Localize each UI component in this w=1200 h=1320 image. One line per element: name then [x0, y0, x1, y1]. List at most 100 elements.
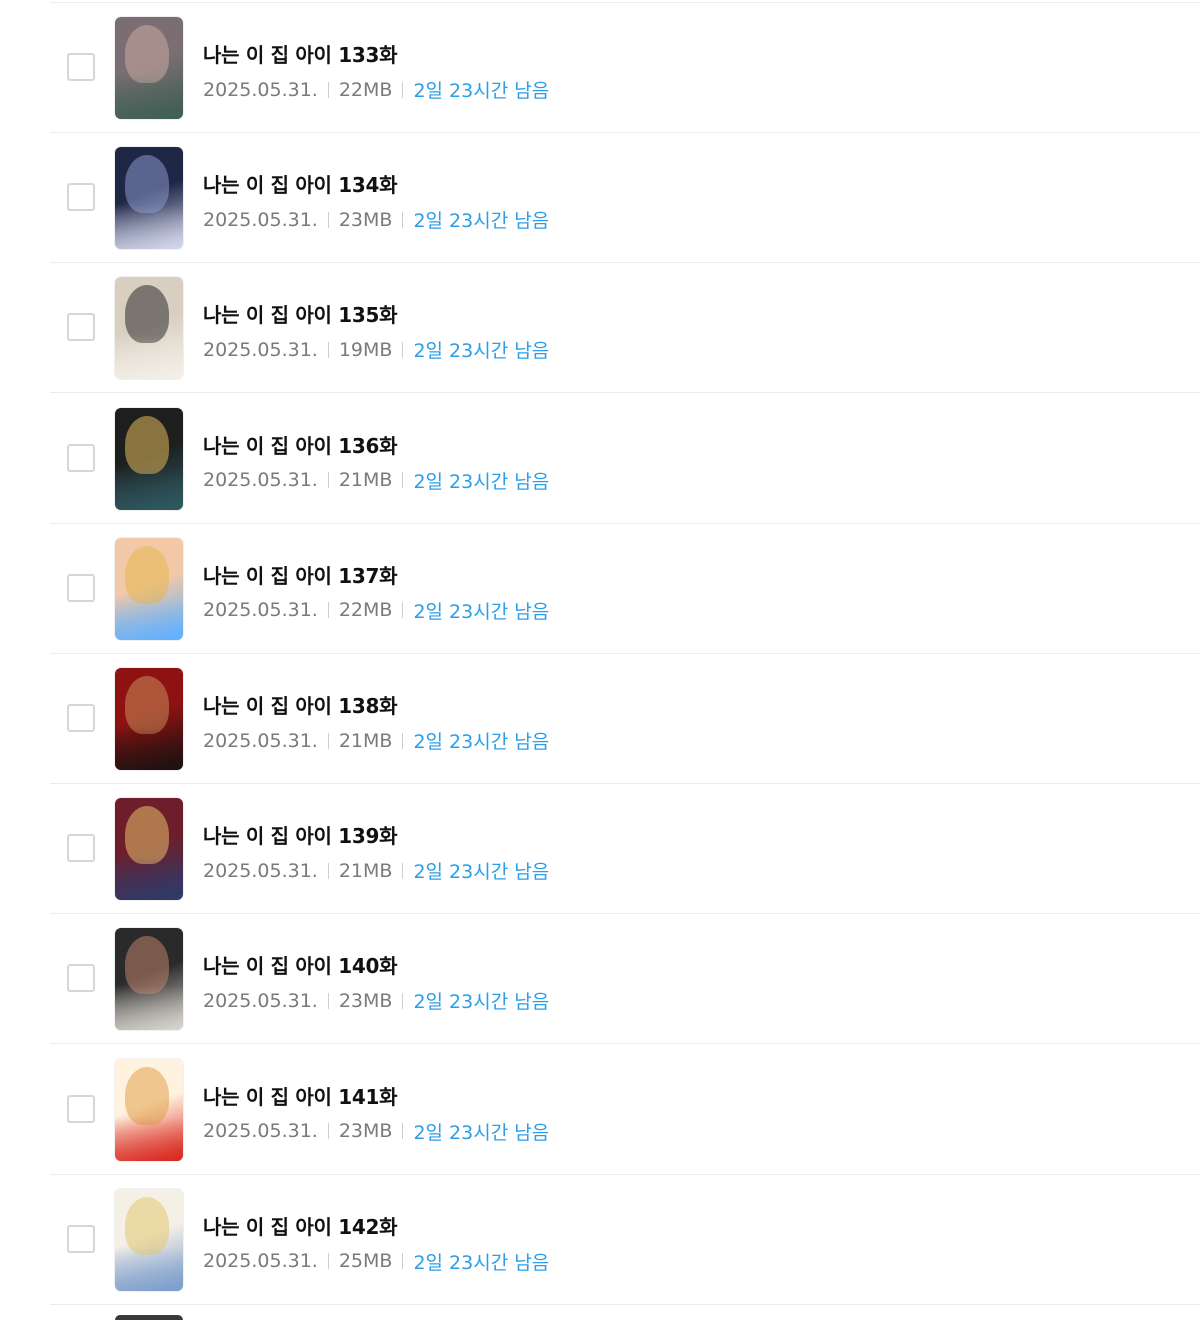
episode-thumbnail[interactable] [115, 1188, 183, 1291]
episode-thumbnail[interactable] [115, 537, 183, 640]
episode-row[interactable]: 나는 이 집 아이 135화 2025.05.31. 19MB 2일 23시간 남음 [50, 263, 1200, 394]
episode-thumbnail[interactable] [115, 1058, 183, 1161]
meta-divider [402, 732, 404, 749]
episode-meta: 2025.05.31. 22MB 2일 23시간 남음 [203, 76, 549, 103]
thumbnail-shade [115, 726, 183, 770]
episode-row[interactable]: 나는 이 집 아이 142화 2025.05.31. 25MB 2일 23시간 남음 [50, 1175, 1200, 1305]
episode-file-size: 23MB [338, 989, 393, 1012]
episode-select-checkbox[interactable] [67, 313, 95, 342]
episode-date: 2025.05.31. [203, 989, 318, 1012]
episode-file-size: 19MB [338, 338, 393, 361]
meta-divider [327, 1123, 329, 1140]
thumbnail-shade [115, 1246, 183, 1291]
rental-time-remaining: 2일 23시간 남음 [413, 600, 550, 623]
episode-date: 2025.05.31. [203, 1120, 318, 1143]
thumbnail-shade [115, 856, 183, 901]
episode-date: 2025.05.31. [203, 859, 318, 882]
episode-row[interactable]: 나는 이 집 아이 137화 2025.05.31. 22MB 2일 23시간 남음 [50, 524, 1200, 654]
thumbnail-shade [115, 986, 183, 1031]
episode-row[interactable]: 나는 이 집 아이 141화 2025.05.31. 23MB 2일 23시간 남음 [50, 1045, 1200, 1175]
rental-time-remaining: 2일 23시간 남음 [413, 731, 550, 753]
episode-title[interactable]: 나는 이 집 아이 134화 [203, 169, 398, 198]
rental-time-remaining: 2일 23시간 남음 [413, 80, 550, 102]
rental-time-remaining: 2일 23시간 남음 [413, 210, 550, 233]
episode-date: 2025.05.31. [203, 599, 318, 622]
episode-select-checkbox[interactable] [67, 834, 95, 863]
episode-title[interactable]: 나는 이 집 아이 137화 [203, 560, 398, 589]
thumbnail-shade [115, 465, 183, 510]
episode-thumbnail[interactable] [115, 668, 183, 770]
meta-divider [402, 862, 404, 879]
episode-date: 2025.05.31. [203, 729, 318, 752]
download-episode-list: 나는 이 집 아이 133화 2025.05.31. 22MB 2일 23시간 남음 나… [50, 0, 1200, 1320]
episode-select-checkbox[interactable] [67, 1224, 95, 1253]
episode-title[interactable]: 나는 이 집 아이 141화 [203, 1081, 398, 1110]
meta-divider [327, 341, 329, 358]
rental-time-remaining: 2일 23시간 남음 [413, 991, 550, 1014]
episode-thumbnail[interactable] [115, 17, 183, 119]
rental-time-remaining: 2일 23시간 남음 [413, 470, 550, 493]
episode-meta: 2025.05.31. 21MB 2일 23시간 남음 [203, 857, 549, 884]
meta-divider [402, 992, 404, 1009]
episode-select-checkbox[interactable] [67, 443, 95, 472]
episode-file-size: 23MB [338, 208, 393, 231]
episode-row[interactable]: 나는 이 집 아이 139화 2025.05.31. 21MB 2일 23시간 남음 [50, 784, 1200, 915]
episode-thumbnail[interactable] [115, 277, 183, 380]
meta-divider [402, 472, 404, 489]
episode-meta: 2025.05.31. 23MB 2일 23시간 남음 [203, 206, 549, 233]
episode-select-checkbox[interactable] [67, 183, 95, 212]
episode-thumbnail[interactable] [115, 928, 183, 1031]
episode-date: 2025.05.31. [203, 338, 318, 361]
meta-divider [402, 602, 404, 619]
episode-date: 2025.05.31. [203, 1250, 318, 1273]
episode-title[interactable]: 나는 이 집 아이 139화 [203, 820, 398, 849]
meta-divider [402, 341, 404, 358]
episode-file-size: 21MB [338, 729, 393, 752]
episode-row[interactable]: 나는 이 집 아이 140화 2025.05.31. 23MB 2일 23시간 남음 [50, 914, 1200, 1045]
meta-divider [402, 81, 404, 98]
episode-row[interactable]: 나는 이 집 아이 134화 2025.05.31. 23MB 2일 23시간 남음 [50, 133, 1200, 264]
episode-select-checkbox[interactable] [67, 704, 95, 732]
episode-row[interactable]: 나는 이 집 아이 133화 2025.05.31. 22MB 2일 23시간 남음 [50, 3, 1200, 133]
episode-meta: 2025.05.31. 21MB 2일 23시간 남음 [203, 727, 549, 754]
meta-divider [327, 472, 329, 489]
episode-title[interactable]: 나는 이 집 아이 140화 [203, 950, 398, 979]
thumbnail-shade [115, 335, 183, 380]
meta-divider [327, 602, 329, 619]
episode-file-size: 22MB [338, 78, 393, 101]
episode-select-checkbox[interactable] [67, 53, 95, 81]
thumbnail-shade [115, 75, 183, 119]
meta-divider [327, 81, 329, 98]
episode-file-size: 25MB [338, 1250, 393, 1273]
episode-select-checkbox[interactable] [67, 1094, 95, 1123]
episode-select-checkbox[interactable] [67, 573, 95, 602]
episode-select-checkbox[interactable] [67, 964, 95, 993]
episode-meta: 2025.05.31. 19MB 2일 23시간 남음 [203, 336, 549, 363]
episode-file-size: 21MB [338, 469, 393, 492]
episode-title[interactable]: 나는 이 집 아이 138화 [203, 690, 398, 719]
episode-thumbnail[interactable] [115, 147, 183, 250]
episode-title[interactable]: 나는 이 집 아이 133화 [203, 39, 398, 68]
episode-meta: 2025.05.31. 23MB 2일 23시간 남음 [203, 1118, 549, 1145]
episode-row[interactable]: 나는 이 집 아이 136화 2025.05.31. 21MB 2일 23시간 남음 [50, 394, 1200, 524]
episode-thumbnail[interactable] [115, 798, 183, 901]
episode-title[interactable]: 나는 이 집 아이 142화 [203, 1211, 398, 1240]
episode-file-size: 22MB [338, 599, 393, 622]
episode-thumbnail[interactable] [115, 407, 183, 510]
episode-thumbnail-partial [115, 1315, 183, 1320]
episode-date: 2025.05.31. [203, 208, 318, 231]
thumbnail-shade [115, 205, 183, 250]
meta-divider [402, 211, 404, 228]
episode-file-size: 21MB [338, 859, 393, 882]
episode-date: 2025.05.31. [203, 78, 318, 101]
rental-time-remaining: 2일 23시간 남음 [413, 861, 550, 884]
rental-time-remaining: 2일 23시간 남음 [413, 340, 550, 363]
episode-meta: 2025.05.31. 23MB 2일 23시간 남음 [203, 987, 549, 1014]
episode-meta: 2025.05.31. 22MB 2일 23시간 남음 [203, 597, 549, 624]
episode-date: 2025.05.31. [203, 469, 318, 492]
meta-divider [327, 211, 329, 228]
episode-title[interactable]: 나는 이 집 아이 135화 [203, 299, 398, 328]
episode-row[interactable]: 나는 이 집 아이 138화 2025.05.31. 21MB 2일 23시간 남음 [50, 654, 1200, 784]
episode-title[interactable]: 나는 이 집 아이 136화 [203, 430, 398, 459]
meta-divider [327, 862, 329, 879]
